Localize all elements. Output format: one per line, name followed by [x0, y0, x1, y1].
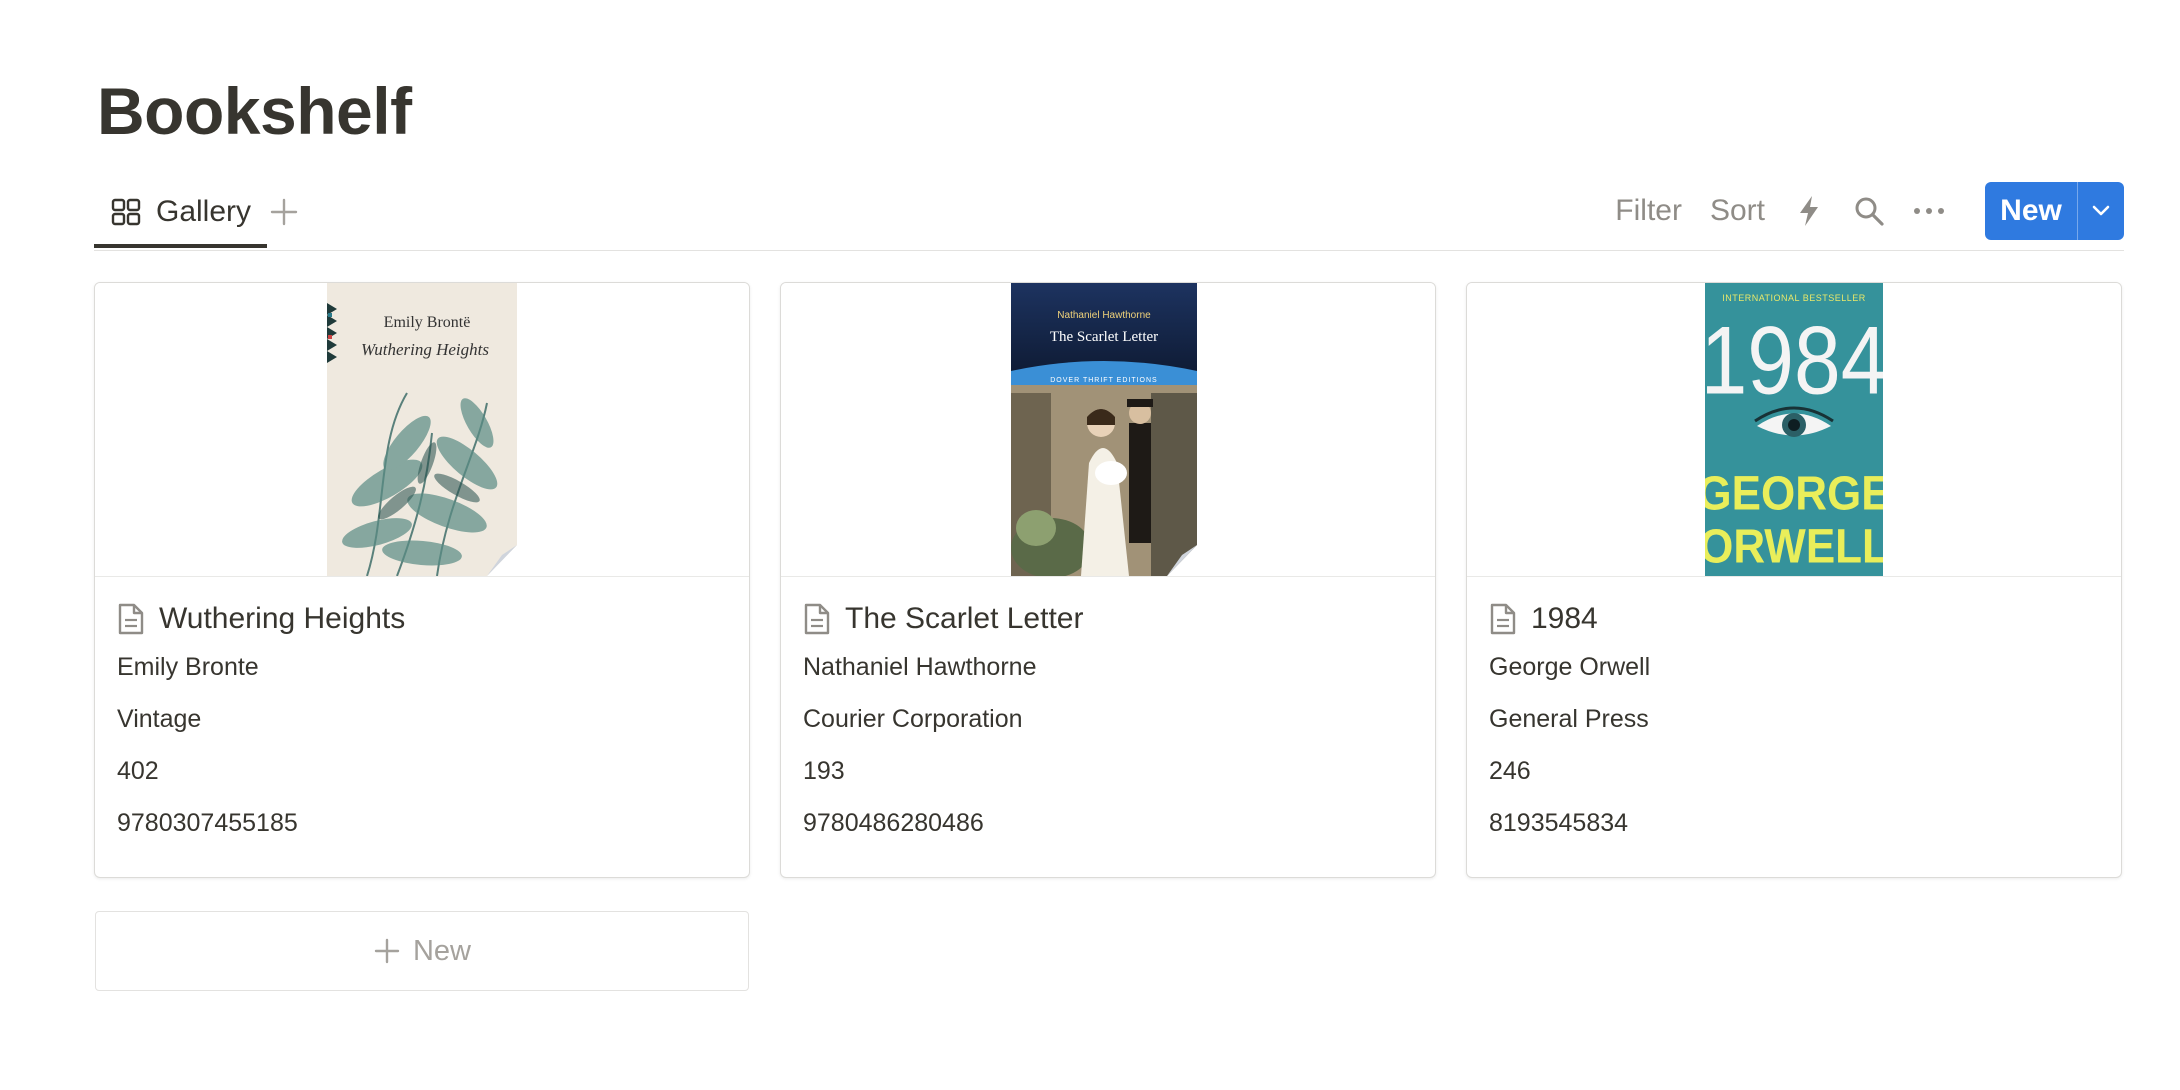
database-toolbar: Filter Sort New [1601, 182, 2124, 240]
card-title-row: Wuthering Heights [117, 597, 727, 641]
filter-button[interactable]: Filter [1601, 194, 1696, 228]
more-options-button[interactable] [1905, 187, 1953, 235]
search-icon [1855, 197, 1884, 226]
card-pages: 402 [117, 757, 159, 785]
sort-button[interactable]: Sort [1696, 194, 1779, 228]
lightning-icon [1800, 196, 1818, 226]
book-cover-art: Emily Brontë Wuthering Heights [327, 283, 517, 576]
tab-gallery[interactable]: Gallery [94, 180, 268, 248]
card-cover: Emily Brontë Wuthering Heights [95, 283, 749, 577]
card-publisher: Vintage [117, 705, 202, 733]
cover-series-text: DOVER THRIFT EDITIONS [1050, 377, 1157, 384]
page-title: Bookshelf [97, 74, 412, 148]
more-horizontal-icon [1914, 208, 1944, 214]
card-pages: 193 [803, 757, 845, 785]
cover-author-text: Nathaniel Hawthorne [1057, 310, 1151, 321]
card-body: 1984 George Orwell General Press 246 819… [1467, 577, 2121, 849]
cover-title-text: 1984 [1705, 307, 1883, 415]
automation-button[interactable] [1785, 187, 1833, 235]
card-title-row: 1984 [1489, 597, 2099, 641]
book-cover-image: INTERNATIONAL BESTSELLER 1984 GEORGE ORW… [1705, 283, 1883, 576]
book-cover-art: Nathaniel Hawthorne The Scarlet Letter D… [1011, 283, 1197, 576]
card-publisher: General Press [1489, 705, 1649, 733]
card-publisher: Courier Corporation [803, 705, 1023, 733]
cover-tagline-text: INTERNATIONAL BESTSELLER [1722, 293, 1866, 303]
card-title: Wuthering Heights [159, 602, 406, 635]
plus-icon [270, 198, 298, 226]
gallery-card[interactable]: INTERNATIONAL BESTSELLER 1984 GEORGE ORW… [1466, 282, 2122, 878]
new-button-group: New [1985, 182, 2124, 240]
book-cover-art: INTERNATIONAL BESTSELLER 1984 GEORGE ORW… [1705, 283, 1883, 576]
card-body: The Scarlet Letter Nathaniel Hawthorne C… [781, 577, 1435, 849]
card-title: The Scarlet Letter [845, 602, 1084, 635]
page-icon [118, 603, 144, 635]
add-new-card-button[interactable]: New [95, 911, 749, 991]
cover-author-line2: ORWELL [1705, 518, 1883, 572]
card-isbn: 9780307455185 [117, 809, 298, 837]
book-cover-image: Nathaniel Hawthorne The Scarlet Letter D… [1011, 283, 1197, 576]
card-cover: INTERNATIONAL BESTSELLER 1984 GEORGE ORW… [1467, 283, 2121, 577]
card-title-row: The Scarlet Letter [803, 597, 1413, 641]
page-icon [1490, 603, 1516, 635]
cover-author-line1: GEORGE [1705, 466, 1883, 520]
card-author: Nathaniel Hawthorne [803, 653, 1037, 681]
card-author: George Orwell [1489, 653, 1651, 681]
search-button[interactable] [1845, 187, 1893, 235]
new-button[interactable]: New [1985, 182, 2077, 240]
card-pages: 246 [1489, 757, 1531, 785]
book-cover-image: Emily Brontë Wuthering Heights [327, 283, 517, 576]
view-bar: Gallery Filter Sort New [94, 180, 2124, 251]
cover-title-text: Wuthering Heights [361, 340, 489, 359]
card-author: Emily Bronte [117, 653, 259, 681]
card-isbn: 8193545834 [1489, 809, 1629, 837]
card-body: Wuthering Heights Emily Bronte Vintage 4… [95, 577, 749, 849]
cover-title-text: The Scarlet Letter [1050, 329, 1158, 345]
cover-author-text: Emily Brontë [384, 314, 471, 331]
gallery-card[interactable]: Nathaniel Hawthorne The Scarlet Letter D… [780, 282, 1436, 878]
page-icon [804, 603, 830, 635]
bookshelf-page: Bookshelf Gallery Filter Sort New Emily … [0, 0, 2180, 1090]
tab-gallery-label: Gallery [156, 195, 252, 228]
add-new-card-label: New [412, 934, 471, 967]
card-cover: Nathaniel Hawthorne The Scarlet Letter D… [781, 283, 1435, 577]
new-dropdown-button[interactable] [2077, 182, 2124, 240]
plus-icon [374, 938, 400, 964]
card-title: 1984 [1531, 602, 1598, 635]
gallery-grid-icon [111, 198, 141, 226]
card-isbn: 9780486280486 [803, 809, 984, 837]
add-view-button[interactable] [266, 194, 302, 230]
chevron-down-icon [2092, 205, 2110, 216]
gallery-card[interactable]: Emily Brontë Wuthering Heights Wuthering… [94, 282, 750, 878]
